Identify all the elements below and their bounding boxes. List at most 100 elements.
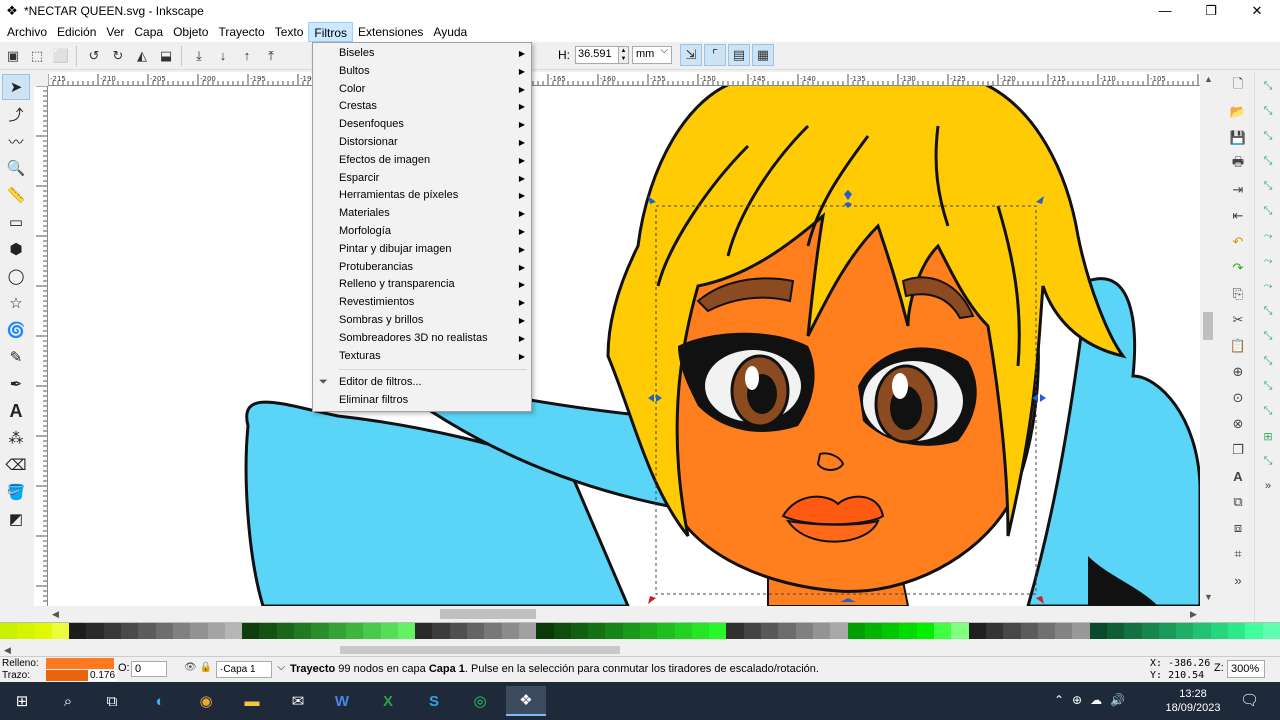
palette-swatch[interactable]	[242, 623, 260, 639]
snap-intersections-icon[interactable]: ⤳	[1257, 225, 1279, 247]
node-tool-icon[interactable]: ⤴	[2, 101, 30, 127]
filter-submenu-item[interactable]: Revestimientos ▶	[313, 294, 531, 312]
filter-submenu-item[interactable]: Texturas ▶	[313, 348, 531, 366]
palette-swatch[interactable]	[847, 623, 865, 639]
palette-swatch[interactable]	[259, 623, 277, 639]
notifications-icon[interactable]: 🗨	[1240, 691, 1259, 709]
snap-cusp-icon[interactable]: ⤳	[1257, 250, 1279, 272]
palette-swatch[interactable]	[138, 623, 156, 639]
palette-swatch[interactable]	[674, 623, 692, 639]
word-icon[interactable]: W	[322, 686, 362, 716]
filter-editor-item[interactable]: ⏷ Editor de filtros...	[313, 374, 531, 392]
menu-filtros[interactable]: Filtros	[308, 22, 354, 42]
text-tool-icon[interactable]: A	[2, 398, 30, 424]
filter-submenu-item[interactable]: Crestas ▶	[313, 98, 531, 116]
undo-icon[interactable]: ↶	[1226, 230, 1250, 254]
vertical-scroll-thumb[interactable]	[1203, 312, 1213, 340]
lower-to-bottom-icon[interactable]: ⤓	[188, 45, 210, 67]
circle-tool-icon[interactable]: ◯	[2, 263, 30, 289]
more-icon[interactable]: »	[1226, 568, 1250, 592]
snap-page-icon[interactable]: ⤡	[1257, 400, 1279, 422]
palette-swatch[interactable]	[1193, 623, 1211, 639]
palette-swatch[interactable]	[484, 623, 502, 639]
windows-start-icon[interactable]: ⊞	[2, 686, 42, 716]
palette-swatch[interactable]	[899, 623, 917, 639]
rectangle-tool-icon[interactable]: ▭	[2, 209, 30, 235]
scale-stroke-icon[interactable]: ⇲	[680, 44, 702, 66]
scale-handle-bl[interactable]	[648, 596, 656, 604]
scroll-up-icon[interactable]: ▲	[1204, 74, 1213, 84]
filter-submenu-item[interactable]: Distorsionar ▶	[313, 134, 531, 152]
zoom-input[interactable]: 300%	[1227, 660, 1265, 678]
palette-swatch[interactable]	[1262, 623, 1280, 639]
menu-ver[interactable]: Ver	[101, 22, 129, 42]
palette-swatch[interactable]	[830, 623, 848, 639]
filter-submenu-item[interactable]: Sombras y brillos ▶	[313, 312, 531, 330]
flip-vertical-icon[interactable]: ⬓	[155, 45, 177, 67]
palette-swatch[interactable]	[34, 623, 52, 639]
palette-swatch[interactable]	[501, 623, 519, 639]
duplicate-icon[interactable]: ❐	[1226, 438, 1250, 462]
palette-swatch[interactable]	[51, 623, 70, 639]
menu-trayecto[interactable]: Trayecto	[213, 22, 269, 42]
filter-submenu-item[interactable]: Relleno y transparencia ▶	[313, 276, 531, 294]
scale-corners-icon[interactable]: ⌜	[704, 44, 726, 66]
zoom-tool-icon[interactable]: 🔍	[2, 155, 30, 181]
remove-filters-item[interactable]: Eliminar filtros	[313, 392, 531, 410]
excel-icon[interactable]: X	[368, 686, 408, 716]
horizontal-scroll-thumb[interactable]	[440, 609, 536, 619]
palette-swatch[interactable]	[605, 623, 623, 639]
paint-bucket-tool-icon[interactable]: 🪣	[2, 479, 30, 505]
flip-horizontal-icon[interactable]: ◭	[131, 45, 153, 67]
palette-swatch[interactable]	[622, 623, 640, 639]
palette-swatch[interactable]	[294, 623, 312, 639]
filter-submenu-item[interactable]: Protuberancias ▶	[313, 259, 531, 277]
xml-editor-icon[interactable]: ⌗	[1226, 542, 1250, 566]
ungroup-icon[interactable]: ⧈	[1226, 516, 1250, 540]
scroll-left-icon[interactable]: ◀	[52, 609, 59, 620]
filter-submenu-item[interactable]: Efectos de imagen ▶	[313, 152, 531, 170]
menu-ayuda[interactable]: Ayuda	[428, 22, 472, 42]
palette-swatch[interactable]	[639, 623, 658, 639]
snap-smooth-icon[interactable]: ⤳	[1257, 275, 1279, 297]
snap-paths-icon[interactable]: ⤡	[1257, 200, 1279, 222]
palette-swatch[interactable]	[934, 623, 952, 639]
snap-nodes-icon[interactable]: ⤡	[1257, 175, 1279, 197]
select-all-icon[interactable]: ▣	[2, 45, 24, 67]
unit-select[interactable]: mm	[632, 45, 672, 64]
palette-swatch[interactable]	[276, 623, 295, 639]
snap-guides-icon[interactable]: ⤡	[1257, 450, 1279, 472]
palette-swatch[interactable]	[518, 623, 537, 639]
snap-grids-icon[interactable]: ⊞	[1257, 425, 1279, 447]
palette-swatch[interactable]	[1245, 623, 1263, 639]
palette-swatch[interactable]	[553, 623, 571, 639]
spray-tool-icon[interactable]: ⁂	[2, 425, 30, 451]
menu-edicion[interactable]: Edición	[52, 22, 101, 42]
opacity-input[interactable]: 0	[131, 661, 167, 677]
gradient-tool-icon[interactable]: ◩	[2, 506, 30, 532]
tweak-tool-icon[interactable]: 〰	[2, 128, 30, 154]
snap-rotation-icon[interactable]: ⤡	[1257, 350, 1279, 372]
zoom-drawing-icon[interactable]: ⊙	[1226, 386, 1250, 410]
palette-swatch[interactable]	[726, 623, 744, 639]
lower-icon[interactable]: ↓	[212, 45, 234, 67]
mail-icon[interactable]: ✉	[278, 686, 318, 716]
clock[interactable]: 13:28 18/09/2023	[1160, 687, 1226, 715]
filter-submenu-item[interactable]: Esparcir ▶	[313, 170, 531, 188]
drawing-canvas[interactable]	[48, 86, 1200, 606]
star-tool-icon[interactable]: ☆	[2, 290, 30, 316]
palette-swatch[interactable]	[397, 623, 416, 639]
filter-submenu-item[interactable]: Morfología ▶	[313, 223, 531, 241]
layer-visibility-lock-icons[interactable]: 👁 🔒	[184, 662, 212, 673]
palette-swatch[interactable]	[103, 623, 122, 639]
palette-swatch[interactable]	[1228, 623, 1246, 639]
palette-swatch[interactable]	[432, 623, 450, 639]
palette-scroll-left-icon[interactable]: ◀	[4, 645, 11, 656]
measure-tool-icon[interactable]: 📏	[2, 182, 30, 208]
palette-swatch[interactable]	[207, 623, 225, 639]
palette-swatch[interactable]	[328, 623, 346, 639]
palette-swatch[interactable]	[864, 623, 883, 639]
menu-objeto[interactable]: Objeto	[168, 22, 213, 42]
edge-icon[interactable]: ◐	[140, 686, 180, 716]
skype-icon[interactable]: S	[414, 686, 454, 716]
